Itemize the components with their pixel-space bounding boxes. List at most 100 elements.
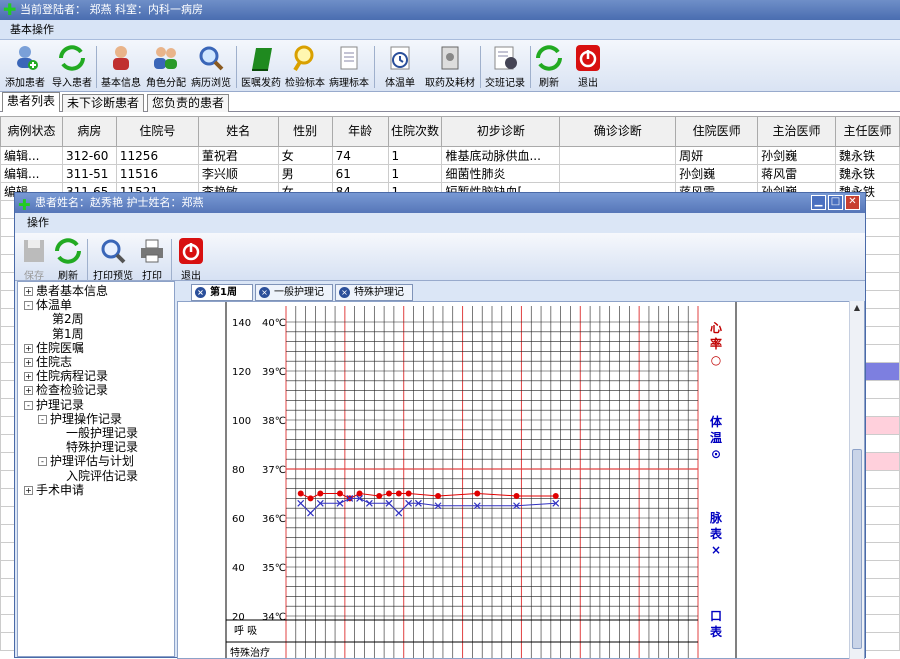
toolbar-separator (530, 46, 531, 88)
tab-undiagnosed[interactable]: 未下诊断患者 (62, 94, 145, 112)
expand-icon[interactable]: + (24, 343, 33, 353)
scroll-thumb[interactable] (852, 449, 862, 649)
tree-node[interactable]: - 护理评估与计划 (38, 454, 134, 468)
tree-node[interactable]: + 手术申请 (24, 483, 84, 497)
order-dispense-button[interactable]: 医嘱发药 (240, 44, 282, 90)
toolbar-separator (87, 239, 88, 281)
vertical-scrollbar[interactable]: ▲ (849, 301, 864, 659)
collapse-icon[interactable]: - (38, 457, 47, 467)
legend-label: 口 (710, 609, 722, 623)
role-assign-button[interactable]: 角色分配 (145, 44, 187, 90)
column-header[interactable]: 病例状态 (0, 116, 63, 147)
column-header[interactable]: 主治医师 (757, 116, 836, 147)
print-preview-button[interactable]: 打印预览 (91, 237, 135, 283)
legend-label: 心 (710, 321, 722, 335)
expand-icon[interactable]: + (24, 386, 33, 396)
data-point (513, 492, 520, 499)
toolbar-separator (236, 46, 237, 88)
collapse-icon[interactable]: - (38, 414, 47, 424)
save-button[interactable]: 保存 (17, 237, 51, 283)
column-header[interactable]: 住院号 (115, 116, 199, 147)
maximize-icon[interactable]: □ (828, 195, 843, 210)
tab-patient-list[interactable]: 患者列表 (2, 92, 61, 112)
minimize-icon[interactable]: ▁ (811, 195, 826, 210)
exit-button[interactable]: 退出 (570, 44, 606, 90)
column-header[interactable]: 住院医师 (675, 116, 759, 147)
refresh-button[interactable]: 刷新 (532, 44, 566, 90)
table-cell: 蒋风雷 (757, 164, 836, 183)
table-cell: 细菌性肺炎 (441, 164, 561, 183)
temp-tick-label: 35℃ (262, 563, 286, 574)
tree-node[interactable]: + 检查检验记录 (24, 383, 108, 397)
tab-my-patients[interactable]: 您负责的患者 (147, 94, 230, 112)
temp-tick-label: 38℃ (262, 416, 286, 427)
record-tree: + 患者基本信息 - 体温单 第2周 第1周 + 住院医嘱 + 住院志 + 住院病程记录 + 检查检验记录… (17, 281, 175, 657)
column-header[interactable]: 住院次数 (387, 116, 443, 147)
table-cell: 魏永铁 (834, 164, 900, 183)
column-header[interactable]: 初步诊断 (441, 116, 561, 147)
tree-node[interactable]: - 护理操作记录 (38, 412, 122, 426)
column-header[interactable]: 病房 (61, 116, 117, 147)
tree-node[interactable]: 第2周 (52, 312, 84, 326)
basic-info-button[interactable]: 基本信息 (100, 44, 142, 90)
patient-tabs: 患者列表 未下诊断患者 您负责的患者 (0, 92, 900, 112)
legend-label: 体 (710, 414, 723, 429)
power-icon (179, 238, 203, 264)
import-patient-button[interactable]: 导入患者 (50, 44, 94, 90)
pathology-sample-button[interactable]: 病理标本 (328, 44, 370, 90)
tree-node[interactable]: + 住院志 (24, 355, 72, 369)
tree-node[interactable]: + 患者基本信息 (24, 284, 108, 298)
close-icon[interactable]: × (195, 287, 206, 298)
column-header[interactable]: 确诊诊断 (559, 116, 677, 147)
expand-icon[interactable]: + (24, 485, 33, 495)
data-point (297, 490, 304, 497)
column-header[interactable]: 主任医师 (834, 116, 900, 147)
tree-node[interactable]: 一般护理记录 (66, 426, 138, 440)
close-icon[interactable]: × (259, 287, 270, 298)
menu-operate[interactable]: 操作 (27, 216, 49, 229)
table-row[interactable]: 编辑... 311-51 11516 李兴顺男 61 1 细菌性肺炎 孙剑巍 蒋风雷 魏永铁 (0, 164, 900, 183)
collapse-icon[interactable]: - (24, 301, 33, 311)
tree-node[interactable]: - 体温单 (24, 298, 72, 312)
data-point (435, 492, 442, 499)
expand-icon[interactable]: + (24, 287, 33, 296)
column-header[interactable]: 姓名 (197, 116, 279, 147)
print-button[interactable]: 打印 (137, 237, 167, 283)
tab-general-nursing[interactable]: ×一般护理记录 (255, 284, 333, 313)
drug-material-button[interactable]: 取药及耗材 (424, 44, 476, 90)
collapse-icon[interactable]: - (24, 400, 33, 410)
column-header[interactable]: 年龄 (331, 116, 389, 147)
scroll-up-icon[interactable]: ▲ (851, 303, 863, 315)
tree-node[interactable]: 特殊护理记录 (66, 440, 138, 454)
tab-week-1[interactable]: × 第1周 (191, 284, 253, 301)
add-patient-button[interactable]: 添加患者 (4, 44, 46, 90)
temperature-chart-button[interactable]: 体温单 (378, 44, 422, 90)
dialog-refresh-button[interactable]: 刷新 (53, 237, 83, 283)
table-row[interactable]: 编辑... 312-60 11256 董祝君女 74 1 椎基底动脉供血... 周妍 孙剑巍 魏永… (0, 146, 900, 165)
close-icon[interactable]: × (339, 287, 350, 298)
expand-icon[interactable]: + (24, 372, 33, 382)
power-icon (576, 45, 600, 71)
inspect-sample-button[interactable]: 检验标本 (284, 44, 326, 90)
menu-basic-ops[interactable]: 基本操作 (10, 23, 54, 36)
y-tick-label: 60 (232, 514, 245, 525)
tab-special-nursing[interactable]: ×特殊护理记录 (335, 284, 413, 313)
column-header[interactable]: 性别 (277, 116, 333, 147)
history-browse-button[interactable]: 病历浏览 (190, 44, 232, 90)
data-point (307, 495, 314, 502)
main-toolbar: 添加患者 导入患者 基本信息 角色分配 病历浏览 医嘱发药 检验标本 病理标本 … (0, 40, 900, 92)
tree-node[interactable]: 第1周 (52, 327, 84, 341)
tree-node[interactable]: 入院评估记录 (66, 469, 138, 483)
tree-node[interactable]: - 护理记录 (24, 398, 84, 412)
legend-label: × (711, 543, 721, 557)
tree-node[interactable]: + 住院医嘱 (24, 341, 84, 355)
expand-icon[interactable]: + (24, 358, 33, 367)
legend-label: 脉 (709, 510, 723, 525)
tree-node[interactable]: + 住院病程记录 (24, 369, 108, 383)
shift-record-button[interactable]: 交班记录 (484, 44, 526, 90)
dialog-exit-button[interactable]: 退出 (175, 237, 207, 283)
clock-icon (390, 46, 410, 70)
floppy-icon (24, 240, 44, 262)
toolbar-separator (96, 46, 97, 88)
close-icon[interactable]: ✕ (845, 195, 860, 210)
